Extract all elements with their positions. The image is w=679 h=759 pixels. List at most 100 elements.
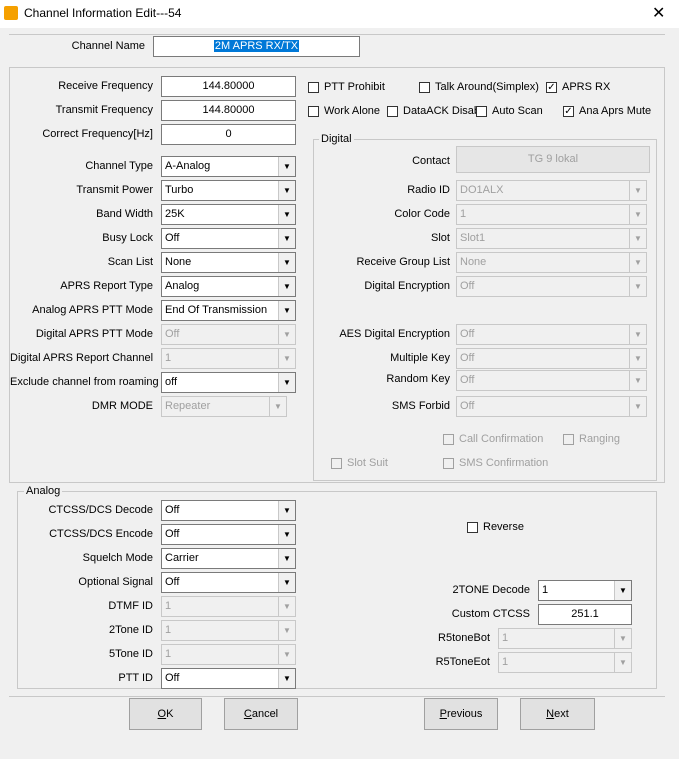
digital-aprs-ptt-mode-label: Digital APRS PTT Mode [35,328,153,340]
check-icon: ✓ [563,105,574,117]
chevron-down-icon: ▼ [278,277,295,296]
ptt-id-label: PTT ID [118,672,153,684]
r5tone-bot-label: R5toneBot [438,632,490,644]
scan-list-label: Scan List [107,256,153,268]
checkbox-box [467,521,478,533]
analog-aprs-ptt-mode-select[interactable]: End Of Transmission ▼ [161,300,296,321]
transmit-frequency-label: Transmit Frequency [55,104,153,116]
sms-forbid-label: SMS Forbid [391,400,450,412]
transmit-power-label: Transmit Power [76,184,153,196]
close-icon[interactable]: ✕ [652,3,665,23]
analog-group-title: Analog [24,485,63,497]
scan-list-select[interactable]: None ▼ [161,252,296,273]
channel-name-label: Channel Name [71,40,145,52]
custom-ctcss-label: Custom CTCSS [451,608,530,620]
chevron-down-icon: ▼ [278,669,295,688]
ana-aprs-mute-checkbox[interactable]: ✓ Ana Aprs Mute [563,105,651,117]
custom-ctcss-input[interactable]: 251.1 [538,604,632,625]
cancel-button[interactable]: Cancel [224,698,298,730]
transmit-frequency-input[interactable]: 144.80000 [161,100,296,121]
previous-button[interactable]: Previous [424,698,498,730]
checkbox-box [443,433,454,445]
dtmf-id-label: DTMF ID [108,600,153,612]
squelch-mode-label: Squelch Mode [82,552,153,564]
dmr-mode-label: DMR MODE [91,400,153,412]
app-icon [4,6,18,20]
chevron-down-icon: ▼ [278,229,295,248]
chevron-down-icon: ▼ [278,573,295,592]
next-button[interactable]: Next [520,698,595,730]
chevron-down-icon: ▼ [278,301,295,320]
chevron-down-icon: ▼ [614,653,631,672]
digital-encryption-label: Digital Encryption [364,280,450,292]
chevron-down-icon: ▼ [278,501,295,520]
chevron-down-icon: ▼ [278,157,295,176]
ranging-checkbox: Ranging [563,433,620,445]
chevron-down-icon: ▼ [278,325,295,344]
aes-digital-encryption-select: Off ▼ [456,324,647,345]
color-code-select: 1 ▼ [456,204,647,225]
ctcss-decode-select[interactable]: Off ▼ [161,500,296,521]
transmit-power-select[interactable]: Turbo ▼ [161,180,296,201]
sms-confirmation-checkbox: SMS Confirmation [443,457,548,469]
chevron-down-icon: ▼ [629,205,646,224]
data-ack-checkbox[interactable]: DataACK Disabl [387,105,482,117]
work-alone-checkbox[interactable]: Work Alone [308,105,380,117]
aprs-report-type-select[interactable]: Analog ▼ [161,276,296,297]
five-tone-id-select: 1 ▼ [161,644,296,665]
digital-aprs-ptt-mode-select: Off ▼ [161,324,296,345]
window-title: Channel Information Edit---54 [24,6,182,20]
chevron-down-icon: ▼ [614,581,631,600]
busy-lock-select[interactable]: Off ▼ [161,228,296,249]
ctcss-encode-select[interactable]: Off ▼ [161,524,296,545]
channel-type-select[interactable]: A-Analog ▼ [161,156,296,177]
digital-aprs-report-channel-select: 1 ▼ [161,348,296,369]
two-tone-decode-label: 2TONE Decode [452,584,530,596]
channel-type-label: Channel Type [85,160,153,172]
ptt-id-select[interactable]: Off ▼ [161,668,296,689]
receive-frequency-label: Receive Frequency [58,80,153,92]
band-width-select[interactable]: 25K ▼ [161,204,296,225]
exclude-roaming-select[interactable]: off ▼ [161,372,296,393]
channel-name-input[interactable]: 2M APRS RX/TX [153,36,360,57]
dtmf-id-select: 1 ▼ [161,596,296,617]
r5tone-eot-label: R5ToneEot [435,656,490,668]
slot-suit-checkbox: Slot Suit [331,457,388,469]
digital-group-title: Digital [319,133,354,145]
chevron-down-icon: ▼ [278,597,295,616]
sms-forbid-select: Off ▼ [456,396,647,417]
contact-button: TG 9 lokal [456,146,650,173]
ok-button[interactable]: OK [129,698,202,730]
reverse-checkbox[interactable]: Reverse [467,521,524,533]
receive-group-list-label: Receive Group List [356,256,450,268]
optional-signal-label: Optional Signal [78,576,153,588]
aprs-rx-checkbox[interactable]: ✓ APRS RX [546,81,610,93]
chevron-down-icon: ▼ [614,629,631,648]
check-icon: ✓ [546,81,557,93]
optional-signal-select[interactable]: Off ▼ [161,572,296,593]
five-tone-id-label: 5Tone ID [108,648,153,660]
digital-aprs-report-channel-label: Digital APRS Report Channel [10,352,154,364]
chevron-down-icon: ▼ [278,205,295,224]
receive-frequency-input[interactable]: 144.80000 [161,76,296,97]
aes-digital-encryption-label: AES Digital Encryption [339,328,450,340]
correct-frequency-input[interactable]: 0 [161,124,296,145]
checkbox-box [331,457,342,469]
auto-scan-checkbox[interactable]: Auto Scan [476,105,543,117]
talk-around-checkbox[interactable]: Talk Around(Simplex) [419,81,539,93]
two-tone-id-select: 1 ▼ [161,620,296,641]
checkbox-box [308,105,319,117]
squelch-mode-select[interactable]: Carrier ▼ [161,548,296,569]
chevron-down-icon: ▼ [278,253,295,272]
checkbox-box [308,81,319,93]
chevron-down-icon: ▼ [269,397,286,416]
chevron-down-icon: ▼ [278,645,295,664]
ptt-prohibit-checkbox[interactable]: PTT Prohibit [308,81,385,93]
r5tone-bot-select: 1 ▼ [498,628,632,649]
call-confirmation-checkbox: Call Confirmation [443,433,543,445]
chevron-down-icon: ▼ [278,525,295,544]
digital-encryption-select: Off ▼ [456,276,647,297]
receive-group-list-select: None ▼ [456,252,647,273]
random-key-label: Random Key [386,373,450,385]
two-tone-decode-select[interactable]: 1 ▼ [538,580,632,601]
